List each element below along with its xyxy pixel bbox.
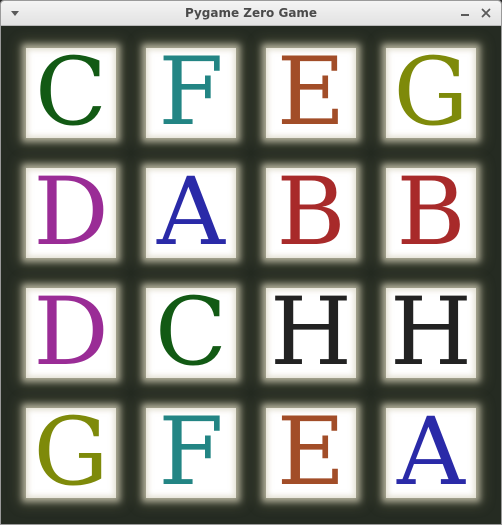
card-letter: C <box>155 278 227 387</box>
card-tile[interactable]: A <box>146 158 236 267</box>
card-tile[interactable]: H <box>386 278 476 387</box>
card-tile[interactable]: E <box>266 398 356 507</box>
minimize-icon[interactable] <box>457 6 473 20</box>
card-letter: H <box>270 278 352 387</box>
card-tile[interactable]: B <box>266 158 356 267</box>
game-board[interactable]: C F E G D A B B D C H H G F E A <box>1 26 501 524</box>
card-tile[interactable]: C <box>146 278 236 387</box>
card-tile[interactable]: E <box>266 38 356 147</box>
card-letter: C <box>35 38 107 147</box>
card-letter: A <box>157 158 225 267</box>
card-letter: A <box>397 398 465 507</box>
card-letter: E <box>276 38 346 147</box>
card-letter: G <box>393 38 469 147</box>
title-bar[interactable]: Pygame Zero Game <box>1 1 501 26</box>
card-tile[interactable]: G <box>386 38 476 147</box>
card-letter: G <box>33 398 109 507</box>
card-letter: D <box>33 278 109 387</box>
card-tile[interactable]: G <box>26 398 116 507</box>
card-tile[interactable]: F <box>146 38 236 147</box>
card-letter: B <box>276 158 346 267</box>
card-letter: F <box>158 38 224 147</box>
card-tile[interactable]: B <box>386 158 476 267</box>
window-title: Pygame Zero Game <box>184 6 318 20</box>
card-tile[interactable]: D <box>26 278 116 387</box>
card-letter: B <box>396 158 466 267</box>
card-tile[interactable]: C <box>26 38 116 147</box>
card-letter: E <box>276 398 346 507</box>
close-icon[interactable] <box>478 6 494 20</box>
app-window: Pygame Zero Game C F E G D A B B D C H H… <box>0 0 502 525</box>
card-letter: F <box>158 398 224 507</box>
card-tile[interactable]: D <box>26 158 116 267</box>
card-tile[interactable]: H <box>266 278 356 387</box>
card-tile[interactable]: A <box>386 398 476 507</box>
card-letter: H <box>390 278 472 387</box>
card-letter: D <box>33 158 109 267</box>
card-tile[interactable]: F <box>146 398 236 507</box>
